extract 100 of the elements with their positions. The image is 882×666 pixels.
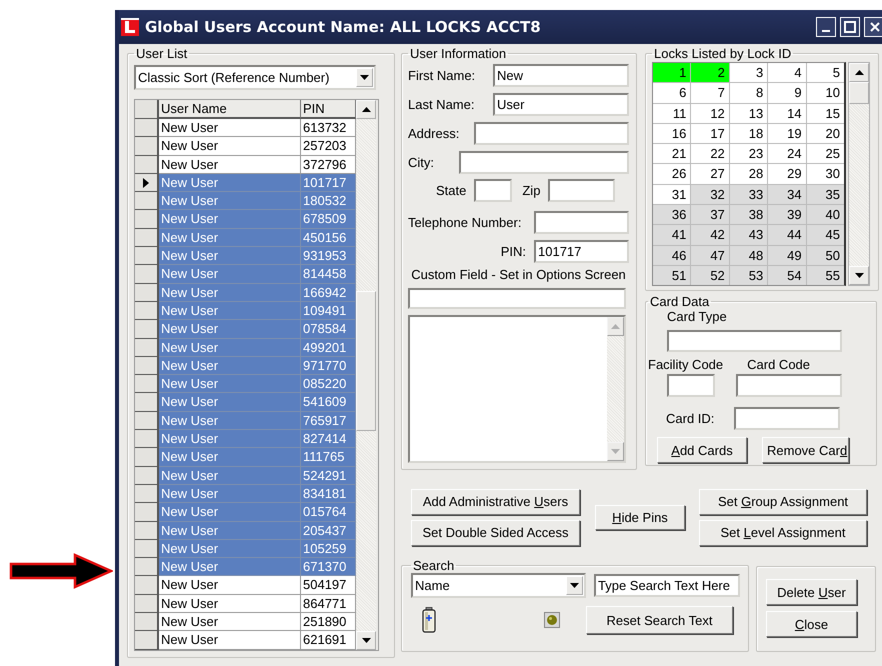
table-cell[interactable]: New User — [159, 631, 301, 650]
lock-cell[interactable]: 25 — [806, 144, 844, 164]
table-cell[interactable]: 504197 — [301, 576, 356, 595]
table-cell[interactable]: New User — [159, 302, 301, 320]
input-field[interactable] — [459, 150, 629, 174]
lock-cell[interactable]: 28 — [730, 164, 768, 184]
lock-cell[interactable]: 40 — [806, 205, 844, 224]
lock-cell[interactable]: 16 — [653, 124, 690, 144]
table-cell[interactable]: New User — [159, 540, 301, 558]
table-cell[interactable]: 078584 — [301, 320, 356, 339]
user-button[interactable]: Close — [766, 611, 857, 637]
lock-cell[interactable]: 30 — [806, 164, 844, 184]
table-cell[interactable]: New User — [159, 247, 301, 266]
lock-cell[interactable]: 5 — [806, 63, 844, 82]
lock-cell[interactable]: 51 — [653, 266, 690, 285]
table-cell[interactable]: 931953 — [301, 247, 356, 266]
close-button[interactable] — [864, 17, 882, 37]
table-cell[interactable]: New User — [159, 320, 301, 339]
table-cell[interactable]: 105259 — [301, 540, 356, 558]
lock-cell[interactable]: 54 — [768, 266, 806, 285]
table-cell[interactable]: 101717 — [301, 174, 356, 192]
table-cell[interactable]: 765917 — [301, 412, 356, 430]
table-cell[interactable]: New User — [159, 156, 301, 174]
action-button[interactable]: Set Double Sided Access — [411, 520, 580, 546]
lock-cell[interactable]: 41 — [653, 225, 690, 245]
maximize-button[interactable] — [840, 17, 860, 37]
lock-cell[interactable]: 21 — [653, 144, 690, 164]
lock-cell[interactable]: 27 — [691, 164, 729, 184]
table-cell[interactable]: New User — [159, 558, 301, 576]
scroll-down-button[interactable] — [356, 631, 376, 650]
lock-cell[interactable]: 22 — [691, 144, 729, 164]
table-cell[interactable]: New User — [159, 375, 301, 394]
lock-cell[interactable]: 49 — [768, 246, 806, 265]
table-cell[interactable]: 372796 — [301, 156, 356, 174]
table-cell[interactable]: 180532 — [301, 192, 356, 210]
input-field[interactable] — [736, 374, 842, 397]
lock-cell[interactable]: 53 — [730, 266, 768, 285]
lock-cell[interactable]: 20 — [806, 124, 844, 144]
input-field[interactable]: 101717 — [534, 240, 629, 262]
lock-cell[interactable]: 19 — [768, 124, 806, 144]
lock-cell[interactable]: 44 — [768, 225, 806, 245]
card-button[interactable]: Remove Card — [762, 437, 849, 463]
action-button[interactable]: Set Level Assignment — [699, 520, 867, 546]
table-cell[interactable]: New User — [159, 466, 301, 485]
scrollbar[interactable] — [848, 62, 870, 286]
input-field[interactable]: User — [493, 92, 629, 116]
input-field[interactable] — [534, 210, 629, 234]
table-cell[interactable]: 205437 — [301, 522, 356, 540]
table-cell[interactable]: 541609 — [301, 393, 356, 412]
table-cell[interactable]: New User — [159, 356, 301, 376]
lock-cell[interactable]: 55 — [806, 266, 844, 285]
action-button[interactable]: Set Group Assignment — [699, 488, 867, 514]
table-cell[interactable]: New User — [159, 613, 301, 632]
row-header[interactable] — [135, 174, 159, 192]
scroll-up-button[interactable] — [356, 100, 376, 119]
lock-cell[interactable]: 9 — [768, 83, 806, 103]
table-cell[interactable]: New User — [159, 522, 301, 540]
lock-cell[interactable]: 8 — [730, 83, 768, 103]
table-cell[interactable]: New User — [159, 594, 301, 614]
lock-cell[interactable]: 52 — [691, 266, 729, 285]
lock-cell[interactable]: 3 — [730, 63, 768, 82]
scroll-thumb[interactable] — [849, 82, 869, 104]
input-field[interactable]: New — [493, 64, 629, 86]
table-cell[interactable]: 111765 — [301, 448, 356, 467]
action-button[interactable]: Hide Pins — [595, 504, 685, 530]
table-cell[interactable]: 499201 — [301, 338, 356, 357]
search-input[interactable]: Type Search Text Here — [594, 574, 740, 597]
action-button[interactable]: Add Administrative Users — [411, 488, 580, 514]
lock-cell[interactable]: 47 — [691, 246, 729, 265]
lock-cell[interactable]: 38 — [730, 205, 768, 224]
dropdown-button[interactable] — [356, 68, 373, 87]
lock-cell[interactable]: 33 — [730, 184, 768, 204]
table-cell[interactable]: 834181 — [301, 484, 356, 504]
table-cell[interactable]: 814458 — [301, 265, 356, 284]
table-cell[interactable]: 015764 — [301, 503, 356, 522]
minimize-button[interactable] — [816, 17, 836, 37]
table-cell[interactable]: New User — [159, 393, 301, 412]
column-header[interactable]: User Name — [159, 100, 301, 119]
card-button[interactable]: Add Cards — [657, 437, 747, 463]
column-header[interactable]: PIN — [301, 100, 356, 119]
table-cell[interactable]: New User — [159, 448, 301, 467]
reset-search-button[interactable]: Reset Search Text — [586, 606, 733, 634]
lock-cell[interactable]: 42 — [691, 225, 729, 245]
table-cell[interactable]: 678509 — [301, 210, 356, 229]
lock-cell[interactable]: 50 — [806, 246, 844, 265]
lock-cell[interactable]: 29 — [768, 164, 806, 184]
lock-cell[interactable]: 36 — [653, 205, 690, 224]
table-cell[interactable]: New User — [159, 137, 301, 156]
user-button[interactable]: Delete User — [766, 579, 857, 605]
lock-cell[interactable]: 32 — [691, 184, 729, 204]
table-cell[interactable]: 671370 — [301, 558, 356, 576]
search-field-dropdown[interactable]: Name — [411, 573, 586, 598]
table-cell[interactable]: New User — [159, 430, 301, 448]
table-cell[interactable]: 450156 — [301, 228, 356, 248]
lock-cell[interactable]: 11 — [653, 104, 690, 123]
lock-cell[interactable]: 31 — [653, 184, 690, 204]
lock-cell[interactable]: 13 — [730, 104, 768, 123]
lock-cell[interactable]: 45 — [806, 225, 844, 245]
input-field[interactable] — [667, 374, 715, 397]
table-cell[interactable]: 621691 — [301, 631, 356, 650]
